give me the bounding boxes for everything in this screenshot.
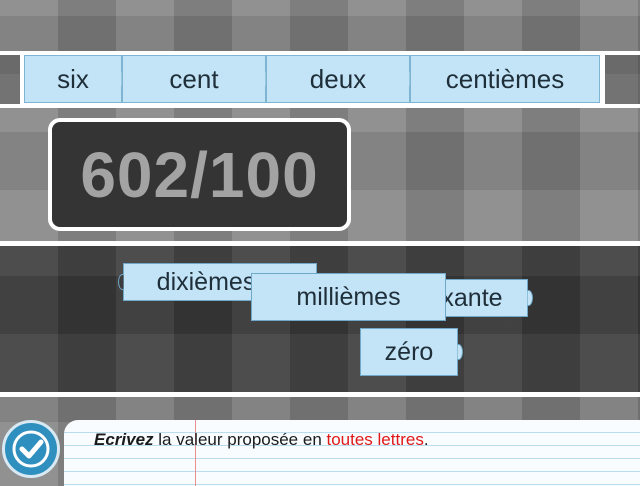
- checkmark-icon: [12, 430, 50, 468]
- word-tile-zero[interactable]: zéro: [360, 328, 458, 376]
- answer-slot-label: centièmes: [445, 63, 565, 94]
- word-tile-label: millièmes: [296, 282, 401, 311]
- instruction-end: .: [423, 430, 429, 449]
- answer-slot-4[interactable]: centièmes: [410, 55, 600, 103]
- answer-slot-1[interactable]: six: [24, 55, 122, 103]
- answer-slot-2[interactable]: cent: [122, 55, 266, 103]
- answer-slot-label: cent: [169, 63, 219, 94]
- instruction-text: Ecrivez la valeur proposée en toutes let…: [94, 430, 429, 450]
- instruction-verb: Ecrivez: [94, 430, 154, 449]
- answer-slot-3[interactable]: deux: [266, 55, 410, 103]
- fraction-display: 602/100: [48, 118, 351, 231]
- answer-slot-label: six: [57, 63, 89, 94]
- instruction-paper: Ecrivez la valeur proposée en toutes let…: [64, 420, 640, 486]
- answer-slot-label: deux: [309, 63, 367, 94]
- instruction-highlight: toutes lettres: [326, 430, 424, 449]
- word-tile-milliemes[interactable]: millièmes: [251, 273, 446, 321]
- word-tile-label: dixièmes: [156, 267, 256, 296]
- fraction-value: 602/100: [80, 138, 319, 211]
- word-tile-label: zéro: [384, 337, 434, 366]
- instruction-middle: la valeur proposée en: [153, 430, 327, 449]
- validate-button[interactable]: [2, 420, 60, 478]
